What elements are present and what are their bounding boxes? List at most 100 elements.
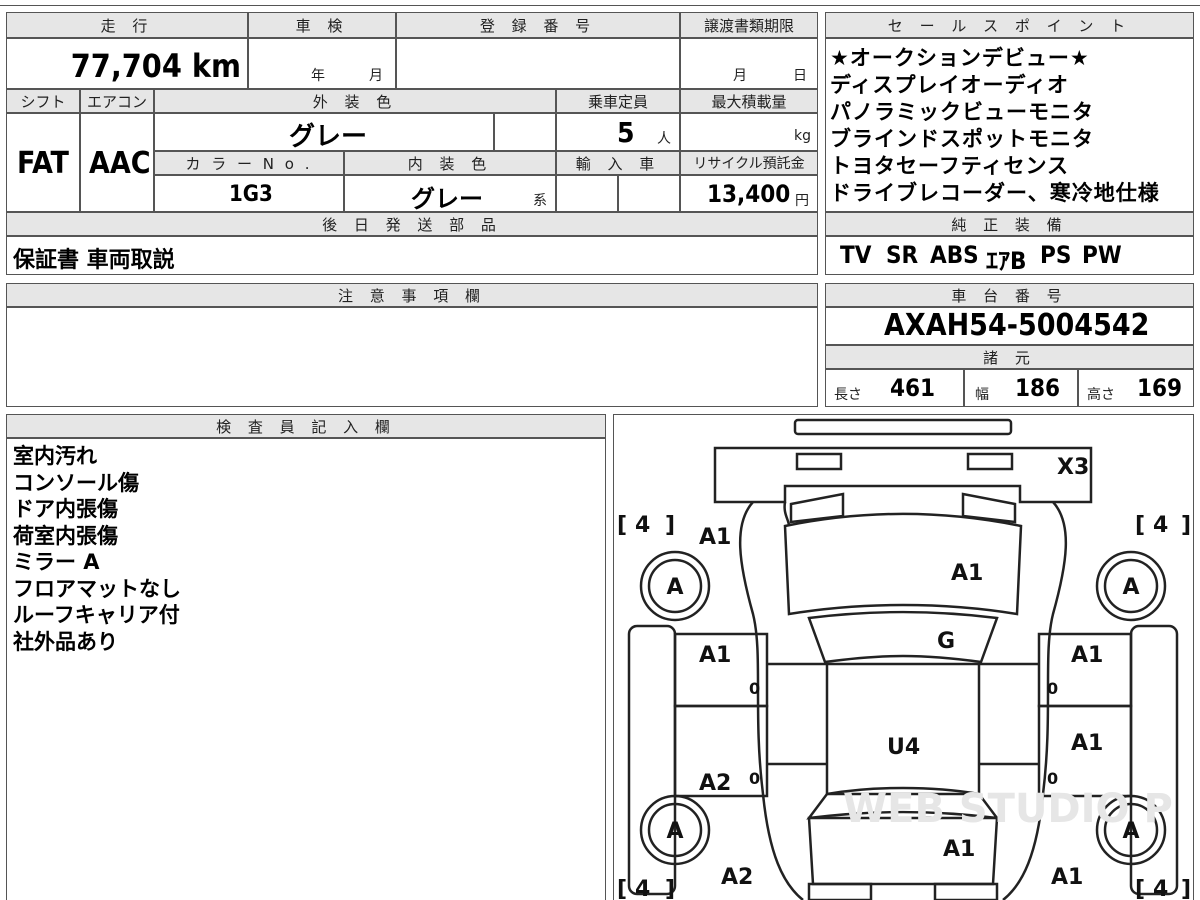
transfer-deadline-cell: 月 日: [680, 38, 818, 89]
color-no-cell: 1G3: [154, 175, 344, 212]
hood-shape: [783, 512, 1023, 616]
sales-point-item: ディスプレイオーディオ: [830, 73, 1070, 97]
exterior-color-extra-cell: [494, 113, 556, 151]
import-cell-b: [618, 175, 680, 212]
tire-depth-rear-right: 4: [1153, 877, 1168, 900]
mark-rear-right-door: A1: [1071, 731, 1103, 756]
sales-point-item: パノラミックビューモニタ: [830, 100, 1094, 124]
height-value: 169: [1137, 374, 1183, 402]
shaken-year-label: 年: [311, 68, 325, 84]
color-no-value: 1G3: [229, 182, 273, 207]
sales-point-item: トヨタセーフティセンス: [830, 154, 1070, 178]
color-no-header: カ ラ ー N o .: [154, 151, 344, 175]
equipment-item: ｴｱB: [986, 247, 1027, 275]
max-load-cell: kg: [680, 113, 818, 151]
mark-windshield: G: [937, 629, 955, 654]
exterior-color-cell: グレー: [154, 113, 494, 152]
capacity-cell: 5 人: [556, 113, 680, 151]
registration-header: 登 録 番 号: [396, 12, 680, 38]
tire-bracket-close: ]: [665, 877, 675, 900]
mark-rear-right-quarter: A1: [1051, 865, 1083, 890]
notes-header: 注 意 事 項 欄: [6, 283, 818, 307]
shaken-cell: 年 月: [248, 38, 396, 89]
width-cell: 幅 186: [964, 369, 1078, 407]
sales-point-item: ★オークションデビュー★: [830, 46, 1090, 70]
chassis-header: 車 台 番 号: [825, 283, 1194, 307]
recycle-unit: 円: [795, 193, 809, 209]
door-zero-rear-left: 0: [749, 769, 760, 788]
width-value: 186: [1015, 374, 1061, 402]
tire-mark-rear-left: A: [666, 819, 683, 844]
interior-color-suffix: 系: [533, 193, 547, 209]
capacity-value: 5: [617, 116, 635, 149]
import-cell-a: [556, 175, 618, 212]
shaken-month-label: 月: [369, 68, 383, 84]
ac-header: エアコン: [80, 89, 154, 113]
later-items-header: 後 日 発 送 部 品: [6, 212, 818, 236]
tire-bracket-close: ]: [665, 513, 675, 538]
exterior-color-header: 外 装 色: [154, 89, 556, 113]
tire-mark-front-left: A: [666, 575, 683, 600]
shaken-header: 車 検: [248, 12, 396, 38]
equipment-item: TV: [840, 241, 872, 269]
tire-bracket-close: ]: [1181, 513, 1191, 538]
mileage-header: 走 行: [6, 12, 248, 38]
right-headlight-shape: [966, 452, 1014, 471]
remark-line: 室内汚れ: [13, 444, 97, 468]
equipment-item: PW: [1082, 241, 1122, 269]
interior-color-header: 内 装 色: [344, 151, 556, 175]
left-headlight-shape: [795, 452, 843, 471]
body-left-outline: [738, 501, 804, 900]
tire-bracket-open: [: [617, 513, 627, 538]
rear-bumper-left: [807, 882, 873, 900]
body-right-outline: [1002, 501, 1068, 900]
mark-roof: U4: [887, 735, 920, 760]
sales-point-item: ドライブレコーダー、寒冷地仕様: [830, 181, 1160, 205]
length-value: 461: [890, 374, 936, 402]
left-front-lamp: [789, 492, 845, 524]
mark-rear-left-door: A2: [699, 771, 731, 796]
equipment-item: ABS: [930, 241, 979, 269]
top-edge: [0, 0, 1200, 6]
tire-mark-rear-right: A: [1122, 819, 1139, 844]
capacity-header: 乗車定員: [556, 89, 680, 113]
height-cell: 高さ 169: [1078, 369, 1194, 407]
remark-line: ミラー A: [13, 550, 100, 574]
later-items-cell: 保証書 車両取説: [6, 236, 818, 275]
equipment-item: SR: [886, 241, 919, 269]
mark-trunk: A1: [943, 837, 975, 862]
transfer-deadline-header: 譲渡書類期限: [680, 12, 818, 38]
shift-header: シフト: [6, 89, 80, 113]
rear-bumper-right: [933, 882, 999, 900]
shift-value: FAT: [17, 146, 69, 181]
door-zero-front-right: 0: [1047, 679, 1058, 698]
mark-hood: A1: [951, 561, 983, 586]
later-items-value: 保証書 車両取説: [13, 248, 175, 273]
registration-cell: [396, 38, 680, 89]
chassis-number: AXAH54-5004542: [884, 308, 1150, 343]
mark-rear-left-quarter: A2: [721, 865, 753, 890]
remark-line: コンソール傷: [13, 470, 139, 495]
remark-line: 社外品あり: [13, 629, 118, 654]
front-bumper-shape: [793, 418, 1013, 436]
mark-top-right: X3: [1057, 455, 1089, 480]
mark-front-right-door: A1: [1071, 643, 1103, 668]
chassis-cell: AXAH54-5004542: [825, 307, 1194, 345]
inspector-remarks: 室内汚れ コンソール傷 ドア内張傷 荷室内張傷 ミラー A フロアマットなし ル…: [6, 438, 606, 900]
inspector-header: 検 査 員 記 入 欄: [6, 414, 606, 438]
car-damage-diagram: WEB STUDIO P [ 4 ] [ 4 ] [ 4 ] [ 4 ] A A…: [617, 418, 1191, 900]
sales-points-list: ★オークションデビュー★ ディスプレイオーディオ パノラミックビューモニタ ブラ…: [825, 38, 1194, 212]
remark-line: ルーフキャリア付: [13, 603, 180, 627]
equipment-header: 純 正 装 備: [825, 212, 1194, 236]
interior-color-cell: グレー 系: [344, 175, 556, 213]
tire-depth-front-right: 4: [1153, 513, 1168, 538]
exterior-color-value: グレー: [289, 122, 368, 152]
equipment-item: PS: [1040, 241, 1072, 269]
sales-points-header: セ ー ル ス ポ イ ン ト: [825, 12, 1194, 38]
tire-mark-front-right: A: [1122, 575, 1139, 600]
mark-front-left-fender: A1: [699, 525, 731, 550]
height-label: 高さ: [1087, 387, 1115, 403]
right-front-lamp: [961, 492, 1017, 524]
tire-bracket-open: [: [1135, 877, 1145, 900]
roof-shape: [825, 662, 981, 796]
